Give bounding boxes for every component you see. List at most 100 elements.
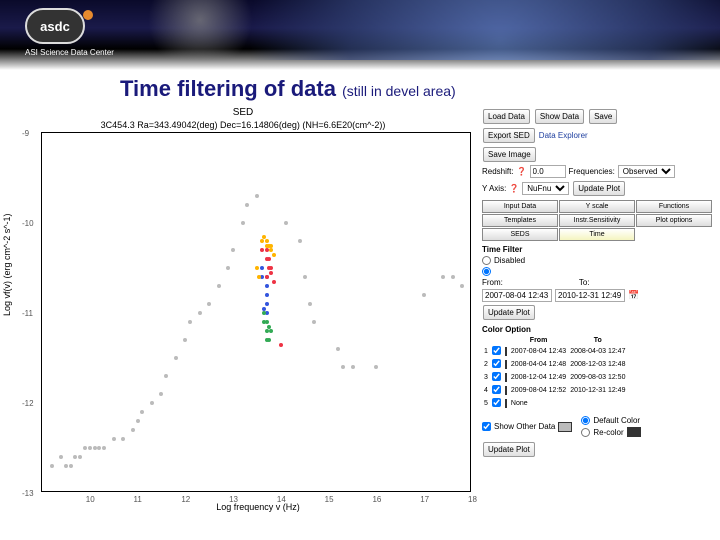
recolor-swatch[interactable] <box>627 427 641 437</box>
page-title: Time filtering of data (still in devel a… <box>0 70 720 106</box>
xtick: 17 <box>420 495 429 504</box>
logo-text: asdc <box>40 19 70 34</box>
time-from-input[interactable] <box>482 289 552 302</box>
data-point <box>245 203 249 207</box>
color-row-checkbox[interactable] <box>492 398 501 407</box>
frequencies-select[interactable]: Observed <box>618 165 675 178</box>
color-swatch[interactable] <box>505 386 507 395</box>
color-row: 5None <box>482 397 627 410</box>
export-sed-button[interactable]: Export SED <box>483 128 535 143</box>
tab-plot-options[interactable]: Plot options <box>636 214 712 227</box>
ytick: -10 <box>22 219 34 228</box>
data-point <box>174 356 178 360</box>
xtick: 15 <box>325 495 334 504</box>
load-data-button[interactable]: Load Data <box>483 109 530 124</box>
yaxis-select[interactable]: NuFnu <box>522 182 569 195</box>
data-point <box>265 329 269 333</box>
color-row-checkbox[interactable] <box>492 385 501 394</box>
chart-subtitle: 3C454.3 Ra=343.49042(deg) Dec=16.14806(d… <box>9 120 477 130</box>
color-table-to-header: To <box>568 336 627 345</box>
data-point <box>226 266 230 270</box>
data-point <box>73 455 77 459</box>
color-table: FromTo 12007-08-04 12:432008-04-03 12:47… <box>482 336 627 410</box>
tab-seds[interactable]: SEDS <box>482 228 558 241</box>
recolor-label: Re-color <box>593 428 623 437</box>
update-plot-button-3[interactable]: Update Plot <box>483 442 535 457</box>
save-button[interactable]: Save <box>589 109 617 124</box>
data-point <box>265 248 269 252</box>
help-icon[interactable]: ❓ <box>517 167 527 176</box>
data-point <box>140 410 144 414</box>
tab-input-data[interactable]: Input Data <box>482 200 558 213</box>
data-point <box>267 325 271 329</box>
data-explorer-link[interactable]: Data Explorer <box>539 131 588 140</box>
chart-title: SED <box>9 107 477 118</box>
save-image-button[interactable]: Save Image <box>483 147 536 162</box>
help-icon[interactable]: ❓ <box>509 184 519 193</box>
color-row-checkbox[interactable] <box>492 359 501 368</box>
data-point <box>93 446 97 450</box>
tab-functions[interactable]: Functions <box>636 200 712 213</box>
tab-group: Input DataY scaleFunctions TemplatesInstr… <box>482 200 712 241</box>
tab-time[interactable]: Time <box>559 228 635 241</box>
color-to <box>568 397 627 410</box>
time-to-input[interactable] <box>555 289 625 302</box>
data-point <box>188 320 192 324</box>
time-range-radio[interactable] <box>482 267 491 276</box>
show-data-button[interactable]: Show Data <box>535 109 584 124</box>
tab-templates[interactable]: Templates <box>482 214 558 227</box>
show-other-data-checkbox[interactable] <box>482 422 491 431</box>
data-point <box>217 284 221 288</box>
time-filter-heading: Time Filter <box>482 245 712 254</box>
calendar-icon[interactable]: 📅 <box>628 290 639 301</box>
other-data-swatch[interactable] <box>558 422 572 432</box>
update-plot-button[interactable]: Update Plot <box>573 181 625 196</box>
logo-subtitle: ASI Science Data Center <box>25 48 114 57</box>
data-point <box>260 266 264 270</box>
title-main: Time filtering of data <box>120 76 336 101</box>
color-swatch[interactable] <box>505 399 507 408</box>
color-row-checkbox[interactable] <box>492 346 501 355</box>
data-point <box>131 428 135 432</box>
color-swatch[interactable] <box>505 373 507 382</box>
color-row: 42009-08-04 12:522010-12-31 12:49 <box>482 384 627 397</box>
header-banner: asdc ASI Science Data Center <box>0 0 720 70</box>
tab-instr-sensitivity[interactable]: Instr.Sensitivity <box>559 214 635 227</box>
data-point <box>231 248 235 252</box>
data-point <box>83 446 87 450</box>
data-point <box>269 266 273 270</box>
sidebar: Load Data Show Data Save Export SED Data… <box>482 106 712 526</box>
redshift-input[interactable] <box>530 165 566 178</box>
tab-y-scale[interactable]: Y scale <box>559 200 635 213</box>
data-point <box>267 338 271 342</box>
color-swatch[interactable] <box>505 360 507 369</box>
data-point <box>441 275 445 279</box>
default-color-radio[interactable] <box>581 416 590 425</box>
color-to: 2009-08-03 12:50 <box>568 371 627 384</box>
data-point <box>269 271 273 275</box>
data-point <box>272 280 276 284</box>
xtick: 14 <box>277 495 286 504</box>
data-point <box>121 437 125 441</box>
data-point <box>267 257 271 261</box>
data-point <box>336 347 340 351</box>
data-point <box>262 307 266 311</box>
logo-dot-icon <box>83 10 93 20</box>
xtick: 16 <box>372 495 381 504</box>
color-swatch[interactable] <box>505 347 507 356</box>
default-color-label: Default Color <box>593 416 640 425</box>
data-point <box>260 239 264 243</box>
data-point <box>272 253 276 257</box>
chart-ylabel: Log vf(v) (erg cm^-2 s^-1) <box>2 214 12 316</box>
data-point <box>164 374 168 378</box>
recolor-radio[interactable] <box>581 428 590 437</box>
chart-panel: SED 3C454.3 Ra=343.49042(deg) Dec=16.148… <box>8 106 478 526</box>
data-point <box>136 419 140 423</box>
data-point <box>88 446 92 450</box>
data-point <box>265 302 269 306</box>
time-disabled-radio[interactable] <box>482 256 491 265</box>
chart-xlabel: Log frequency v (Hz) <box>39 502 477 512</box>
update-plot-button-2[interactable]: Update Plot <box>483 305 535 320</box>
data-point <box>97 446 101 450</box>
color-row-checkbox[interactable] <box>492 372 501 381</box>
